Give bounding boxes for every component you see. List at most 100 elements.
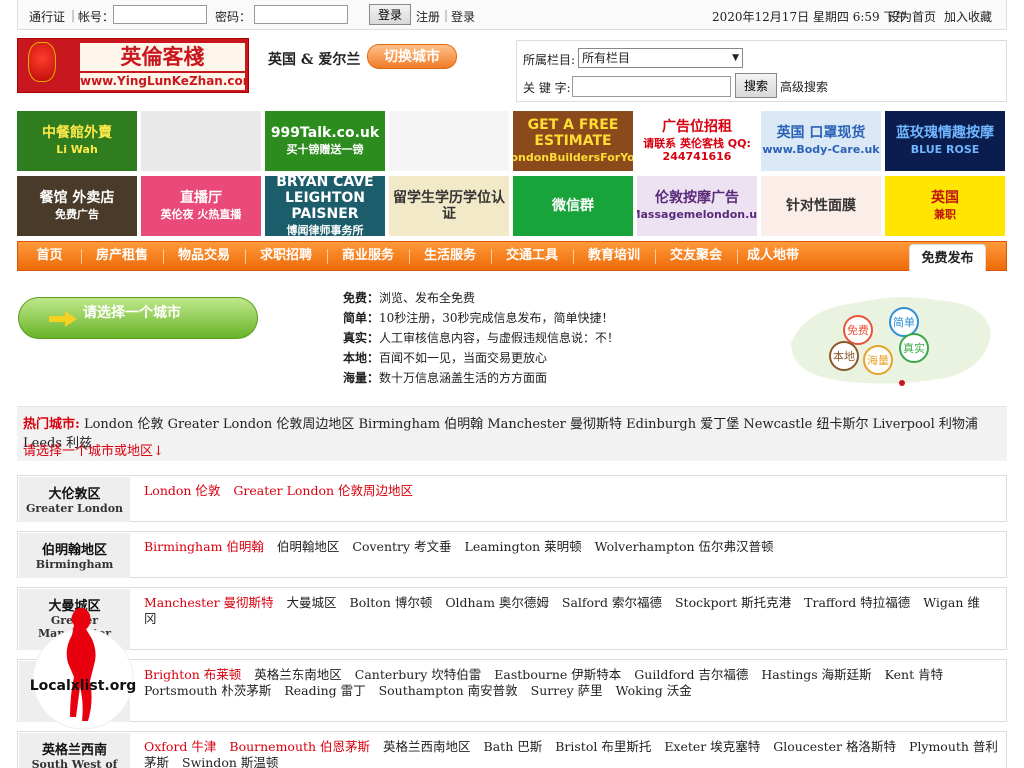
city-link[interactable]: Kent 肯特 xyxy=(885,667,943,682)
set-homepage-link[interactable]: 设为首页 xyxy=(888,8,936,25)
free-post-tab[interactable]: 免费发布 xyxy=(909,244,986,272)
city-link[interactable]: Leamington 莱明顿 xyxy=(465,539,582,554)
city-link[interactable]: Woking 沃金 xyxy=(616,683,692,698)
search-button[interactable]: 搜索 xyxy=(735,73,777,98)
password-input[interactable] xyxy=(254,5,348,24)
city-link[interactable]: Oxford 牛津 xyxy=(144,739,216,754)
feature-key: 本地： xyxy=(343,351,380,365)
localxlist-watermark: Localxlist.org xyxy=(30,607,136,730)
city-link[interactable]: Bolton 博尔顿 xyxy=(350,595,433,610)
ad-banner[interactable]: GET A FREE ESTIMATELondonBuildersForYou xyxy=(513,111,633,171)
city-link[interactable]: Brighton 布莱顿 xyxy=(144,667,241,682)
city-link[interactable]: Stockport 斯托克港 xyxy=(675,595,791,610)
hot-cities-links[interactable]: London 伦敦 Greater London 伦敦周边地区 Birmingh… xyxy=(23,417,978,451)
ad-banner[interactable]: 英国 兼职 xyxy=(885,176,1005,236)
select-city-button[interactable]: 请选择一个城市 xyxy=(18,297,258,339)
ad-banner[interactable]: 中餐館外賣 Li Wah xyxy=(17,111,137,171)
city-link[interactable]: Swindon 斯温顿 xyxy=(182,755,278,768)
nav-item[interactable]: 成人地带 xyxy=(737,242,809,270)
ad-banner[interactable]: 广告位招租 请联系 英伦客栈 QQ: 244741616 xyxy=(637,111,757,171)
city-link[interactable]: Wolverhampton 伍尔弗汉普顿 xyxy=(595,539,774,554)
city-link[interactable]: Bath 巴斯 xyxy=(484,739,543,754)
city-link[interactable]: Southampton 南安普敦 xyxy=(379,683,518,698)
ad-banner-subtext: LondonBuildersForYou xyxy=(513,151,633,165)
ad-banner[interactable]: 英国 口罩现货 www.Body-Care.uk xyxy=(761,111,881,171)
nav-item[interactable]: 求职招聘 xyxy=(245,242,327,270)
city-link[interactable]: Canterbury 坎特伯雷 xyxy=(355,667,482,682)
city-link[interactable]: 大曼城区 xyxy=(287,595,337,610)
add-favorite-link[interactable]: 加入收藏 xyxy=(944,8,992,25)
feature-text: 10秒注册，30秒完成信息发布，简单快捷！ xyxy=(379,311,614,325)
city-link[interactable]: Eastbourne 伊斯特本 xyxy=(494,667,621,682)
ad-banner[interactable] xyxy=(389,111,509,171)
hot-cities-title: 热门城市: xyxy=(23,417,80,432)
nav-item[interactable]: 物品交易 xyxy=(163,242,245,270)
ad-banner[interactable]: 餐馆 外卖店 免费广告 xyxy=(17,176,137,236)
nav-item[interactable]: 商业服务 xyxy=(327,242,409,270)
city-link[interactable]: Salford 索尔福德 xyxy=(562,595,662,610)
nav-item[interactable]: 生活服务 xyxy=(409,242,491,270)
region-name-en[interactable]: South West of xyxy=(19,758,130,768)
nav-item[interactable]: 交友聚会 xyxy=(655,242,737,270)
date-time: 2020年12月17日 星期四 6:59 下午 xyxy=(712,10,908,24)
region-name-en[interactable]: Greater London xyxy=(19,502,130,515)
city-links: Manchester 曼彻斯特 大曼城区 Bolton 博尔顿 Oldham 奥… xyxy=(144,595,998,627)
login-link[interactable]: 登录 xyxy=(451,8,475,25)
ad-banner[interactable]: 针对性面膜 xyxy=(761,176,881,236)
register-link[interactable]: 注册 xyxy=(416,8,440,25)
site-logo[interactable]: 英倫客棧 www.YingLunKeZhan.com xyxy=(17,38,249,93)
feature-item: 简单：10秒注册，30秒完成信息发布，简单快捷！ xyxy=(343,309,614,326)
ad-banner-text: 中餐館外賣 xyxy=(42,125,112,142)
city-link[interactable]: Coventry 考文垂 xyxy=(352,539,451,554)
region-label: 英格兰西南 South West of xyxy=(19,733,130,768)
city-link[interactable]: 伯明翰地区 xyxy=(277,539,340,554)
region-name-cn[interactable]: 伯明翰地区 xyxy=(19,539,130,558)
separator: | xyxy=(71,8,76,22)
ad-banner-subtext: www.Body-Care.uk xyxy=(762,143,880,157)
nav-item[interactable]: 首页 xyxy=(18,242,81,270)
account-input[interactable] xyxy=(113,5,207,24)
speech-bubbles-illustration: 免费 简单 本地 海量 真实 xyxy=(791,297,991,386)
login-button[interactable]: 登录 xyxy=(369,4,411,25)
select-city-label: 请选择一个城市 xyxy=(83,305,181,321)
keyword-input[interactable] xyxy=(572,76,731,97)
city-link[interactable]: 英格兰东南地区 xyxy=(254,667,342,682)
city-link[interactable]: Greater London 伦敦周边地区 xyxy=(233,483,413,498)
city-link[interactable]: Gloucester 格洛斯特 xyxy=(773,739,896,754)
nav-item[interactable]: 房产租售 xyxy=(81,242,163,270)
ad-banner[interactable]: 伦敦按摩广告Massagemelondon.uk xyxy=(637,176,757,236)
bubble-label: 真实 xyxy=(903,341,925,355)
city-link[interactable]: Surrey 萨里 xyxy=(531,683,603,698)
city-link[interactable]: Bristol 布里斯托 xyxy=(555,739,651,754)
city-link[interactable]: Guildford 吉尔福德 xyxy=(634,667,748,682)
city-link[interactable]: Hastings 海斯廷斯 xyxy=(761,667,871,682)
ad-banner[interactable]: 留学生学历学位认证 xyxy=(389,176,509,236)
city-link[interactable]: Trafford 特拉福德 xyxy=(804,595,910,610)
city-link[interactable]: Manchester 曼彻斯特 xyxy=(144,595,274,610)
region-name-cn[interactable]: 大伦敦区 xyxy=(19,483,130,502)
city-link[interactable]: Exeter 埃克塞特 xyxy=(664,739,760,754)
city-links: London 伦敦 Greater London 伦敦周边地区 xyxy=(144,483,998,499)
ad-banner[interactable]: 直播厅 英伦夜 火热直播 xyxy=(141,176,261,236)
ad-banner-text: 999Talk.co.uk xyxy=(270,125,380,142)
ad-banner[interactable] xyxy=(141,111,261,171)
ad-banner[interactable]: 微信群 xyxy=(513,176,633,236)
city-link[interactable]: Birmingham 伯明翰 xyxy=(144,539,264,554)
nav-item[interactable]: 教育培训 xyxy=(573,242,655,270)
region-name-en[interactable]: Birmingham xyxy=(19,558,130,571)
feature-text: 数十万信息涵盖生活的方方面面 xyxy=(379,371,548,385)
switch-city-button[interactable]: 切换城市 xyxy=(367,44,457,69)
city-link[interactable]: Bournemouth 伯恩茅斯 xyxy=(229,739,370,754)
ad-banner[interactable]: 蓝玫瑰情趣按摩 BLUE ROSE xyxy=(885,111,1005,171)
category-select[interactable]: 所有栏目 ▼ xyxy=(578,48,743,68)
city-link[interactable]: London 伦敦 xyxy=(144,483,220,498)
nav-item[interactable]: 交通工具 xyxy=(491,242,573,270)
ad-banner[interactable]: BRYAN CAVE LEIGHTON PAISNER 博闻律师事务所 xyxy=(265,176,385,236)
city-link[interactable]: Oldham 奥尔德姆 xyxy=(445,595,549,610)
region-name-cn[interactable]: 英格兰西南 xyxy=(19,739,130,758)
advanced-search-link[interactable]: 高级搜索 xyxy=(780,78,828,95)
city-link[interactable]: Reading 雷丁 xyxy=(284,683,365,698)
ad-banner[interactable]: 999Talk.co.uk 买十镑赠送一镑 xyxy=(265,111,385,171)
city-link[interactable]: 英格兰西南地区 xyxy=(383,739,471,754)
city-link[interactable]: Portsmouth 朴茨茅斯 xyxy=(144,683,271,698)
